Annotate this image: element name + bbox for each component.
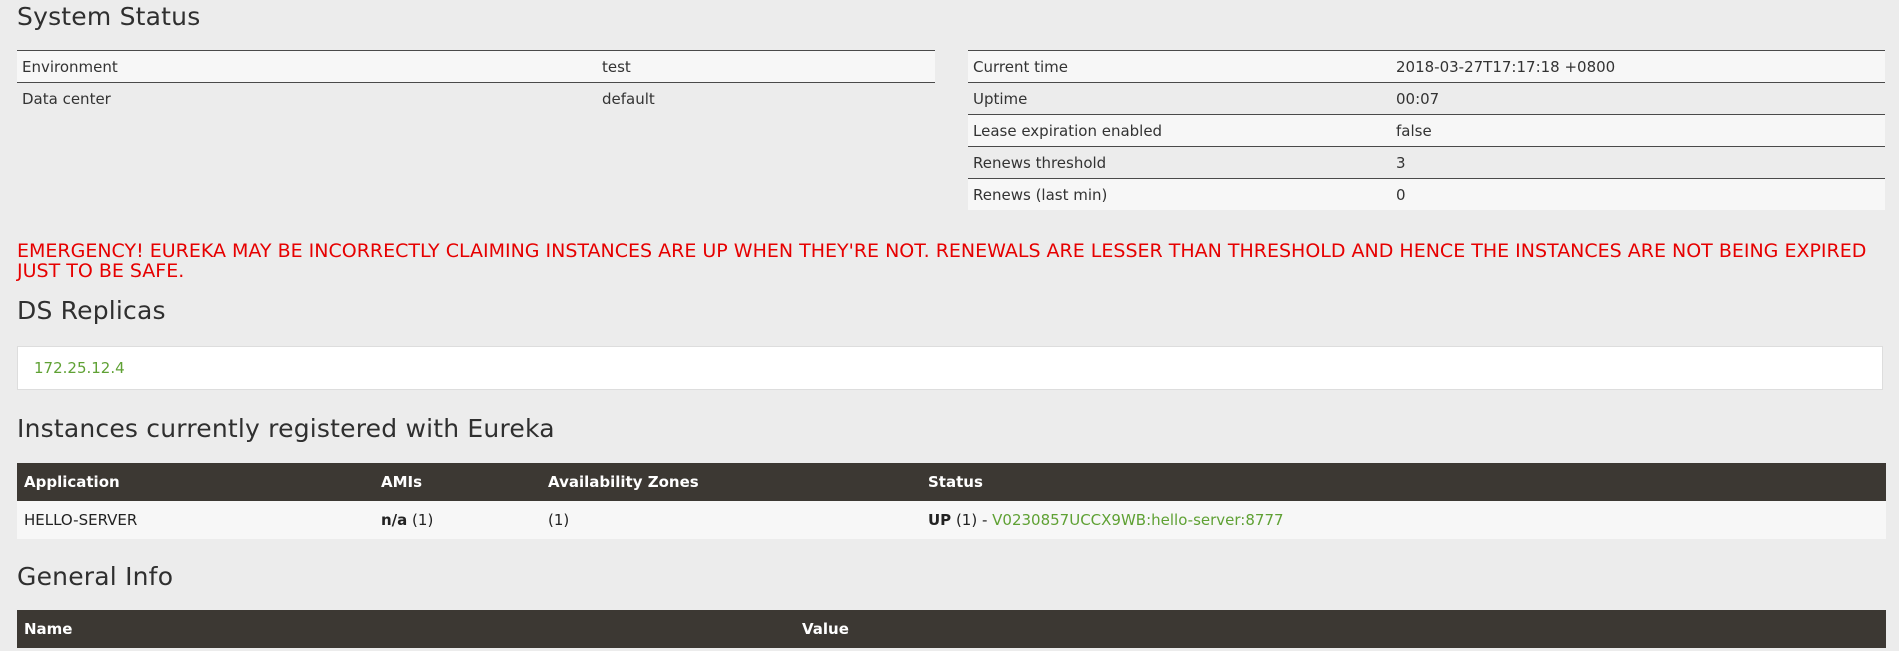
col-header-status: Status — [921, 463, 1886, 501]
table-row: Lease expiration enabled false — [968, 114, 1885, 147]
general-info-table: Name Value — [17, 610, 1886, 648]
row-value: 2018-03-27T17:17:18 +0800 — [1391, 50, 1885, 83]
system-status-title: System Status — [17, 2, 201, 31]
row-label: Environment — [17, 50, 597, 83]
table-row: Current time 2018-03-27T17:17:18 +0800 — [968, 50, 1885, 83]
table-row: Data center default — [17, 82, 935, 114]
row-value: 0 — [1391, 178, 1885, 210]
row-label: Current time — [968, 50, 1391, 83]
table-header-row: Application AMIs Availability Zones Stat… — [17, 463, 1886, 501]
general-info-title: General Info — [17, 562, 174, 591]
status-count: (1) - — [951, 511, 993, 529]
status-value: UP — [928, 511, 952, 529]
col-header-name: Name — [17, 610, 795, 648]
table-row: Renews threshold 3 — [968, 146, 1885, 179]
row-label: Data center — [17, 82, 597, 114]
amis-value: n/a — [381, 511, 408, 529]
emergency-warning: EMERGENCY! EUREKA MAY BE INCORRECTLY CLA… — [17, 240, 1867, 282]
row-value: test — [597, 50, 935, 83]
col-header-availability-zones: Availability Zones — [541, 463, 921, 501]
row-value: default — [597, 82, 935, 114]
cell-application: HELLO-SERVER — [17, 501, 374, 539]
row-value: false — [1391, 114, 1885, 147]
row-label: Lease expiration enabled — [968, 114, 1391, 147]
cell-amis: n/a (1) — [374, 501, 541, 539]
col-header-application: Application — [17, 463, 374, 501]
amis-count: (1) — [407, 511, 434, 529]
table-row: HELLO-SERVER n/a (1) (1) UP (1) - V02308… — [17, 501, 1886, 539]
table-row: Uptime 00:07 — [968, 82, 1885, 115]
instances-title: Instances currently registered with Eure… — [17, 414, 555, 443]
replica-link[interactable]: 172.25.12.4 — [34, 359, 125, 377]
system-status-left-table: Environment test Data center default — [17, 50, 935, 114]
col-header-value: Value — [795, 610, 1886, 648]
row-label: Uptime — [968, 82, 1391, 115]
table-row: Environment test — [17, 50, 935, 83]
ds-replicas-list: 172.25.12.4 — [17, 346, 1883, 390]
system-status-right-table: Current time 2018-03-27T17:17:18 +0800 U… — [968, 50, 1885, 210]
table-row: Renews (last min) 0 — [968, 178, 1885, 210]
row-label: Renews threshold — [968, 146, 1391, 179]
table-header-row: Name Value — [17, 610, 1886, 648]
row-value: 3 — [1391, 146, 1885, 179]
row-value: 00:07 — [1391, 82, 1885, 115]
ds-replicas-title: DS Replicas — [17, 296, 166, 325]
col-header-amis: AMIs — [374, 463, 541, 501]
row-label: Renews (last min) — [968, 178, 1391, 210]
instances-table: Application AMIs Availability Zones Stat… — [17, 463, 1886, 539]
cell-zones: (1) — [541, 501, 921, 539]
cell-status: UP (1) - V0230857UCCX9WB:hello-server:87… — [921, 501, 1886, 539]
instance-link[interactable]: V0230857UCCX9WB:hello-server:8777 — [992, 511, 1283, 529]
